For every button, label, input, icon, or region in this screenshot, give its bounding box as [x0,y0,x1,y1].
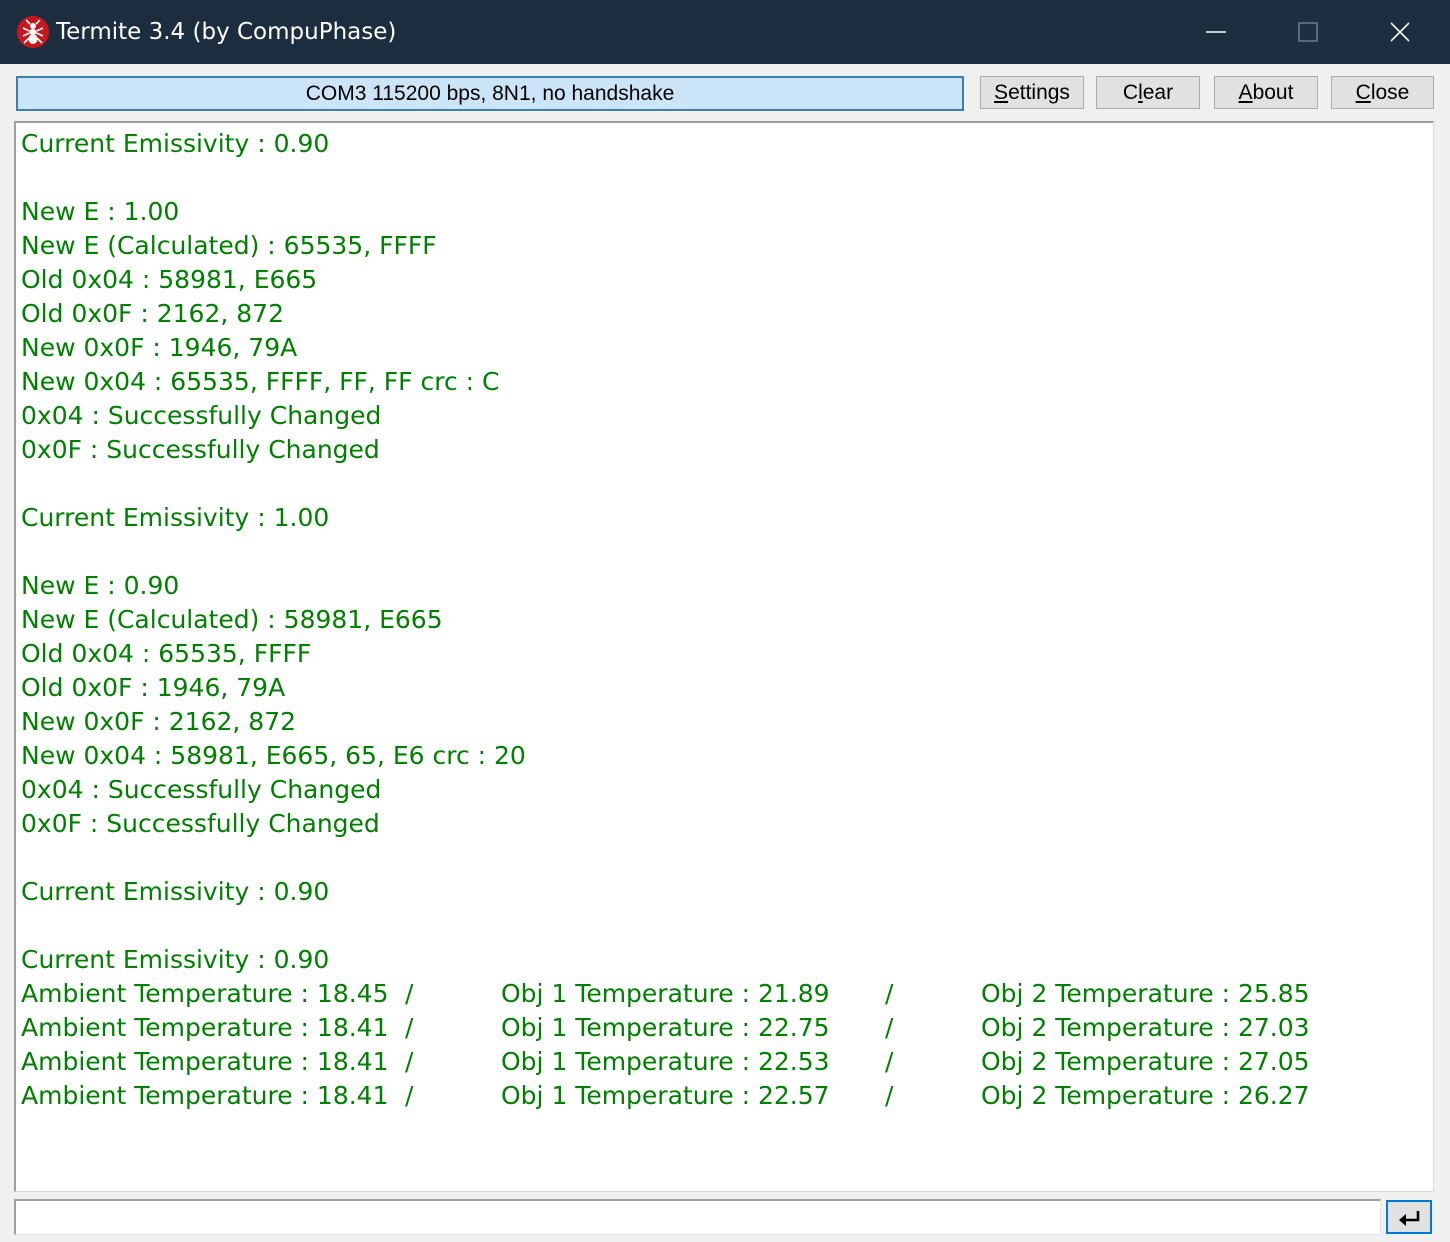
ant-icon[interactable] [17,16,49,48]
close-window-button[interactable] [1354,0,1446,64]
log-line: Current Emissivity : 0.90 [21,877,330,906]
ambient-temp: Ambient Temperature : 18.45 [21,979,389,1008]
log-line: 0x0F : Successfully Changed [21,435,380,464]
minimize-icon [1206,31,1226,33]
temperature-row: Ambient Temperature : 18.41 / Obj 1 Temp… [21,1079,1310,1113]
command-input[interactable] [14,1199,1381,1235]
about-button[interactable]: About [1214,76,1318,109]
obj1-temp: Obj 1 Temperature : 22.75 [501,1013,830,1042]
log-line: New E : 1.00 [21,197,180,226]
log-line: New 0x04 : 58981, E665, 65, E6 crc : 20 [21,741,526,770]
obj1-temp: Obj 1 Temperature : 22.57 [501,1081,830,1110]
log-line: Old 0x04 : 58981, E665 [21,265,318,294]
minimize-button[interactable] [1170,0,1262,64]
log-line: New E : 0.90 [21,571,180,600]
settings-button[interactable]: Settings [980,76,1084,109]
close-icon [1390,22,1410,42]
ambient-temp: Ambient Temperature : 18.41 [21,1081,389,1110]
log-line: New 0x04 : 65535, FFFF, FF, FF crc : C [21,367,500,396]
log-line: Current Emissivity : 1.00 [21,503,330,532]
separator: / [405,1081,414,1110]
temperature-row: Ambient Temperature : 18.41 / Obj 1 Temp… [21,1045,1310,1079]
obj1-temp: Obj 1 Temperature : 21.89 [501,979,830,1008]
maximize-button[interactable] [1262,0,1354,64]
obj2-temp: Obj 2 Temperature : 25.85 [981,979,1310,1008]
log-line: Old 0x0F : 2162, 872 [21,299,284,328]
close-button[interactable]: Close [1331,76,1434,109]
log-line: Current Emissivity : 0.90 [21,129,330,158]
obj2-temp: Obj 2 Temperature : 26.27 [981,1081,1310,1110]
log-lines: Current Emissivity : 0.90 New E : 1.00 N… [21,127,1310,1113]
ambient-temp: Ambient Temperature : 18.41 [21,1047,389,1076]
separator: / [885,1081,894,1110]
log-line: New 0x0F : 1946, 79A [21,333,298,362]
log-line: Current Emissivity : 0.90 [21,945,330,974]
separator: / [885,1013,894,1042]
ambient-temp: Ambient Temperature : 18.41 [21,1013,389,1042]
log-line: Old 0x04 : 65535, FFFF [21,639,312,668]
temperature-row: Ambient Temperature : 18.41 / Obj 1 Temp… [21,1011,1310,1045]
separator: / [405,1013,414,1042]
log-line: New E (Calculated) : 58981, E665 [21,605,443,634]
obj1-temp: Obj 1 Temperature : 22.53 [501,1047,830,1076]
separator: / [405,1047,414,1076]
obj2-temp: Obj 2 Temperature : 27.03 [981,1013,1310,1042]
log-line: New 0x0F : 2162, 872 [21,707,297,736]
enter-icon [1399,1211,1420,1226]
log-line: 0x0F : Successfully Changed [21,809,380,838]
separator: / [405,979,414,1008]
separator: / [885,979,894,1008]
window-title: Termite 3.4 (by CompuPhase) [56,19,397,45]
log-line: 0x04 : Successfully Changed [21,775,382,804]
title-bar: Termite 3.4 (by CompuPhase) [0,0,1450,64]
port-status: COM3 115200 bps, 8N1, no handshake [16,76,964,111]
send-button[interactable] [1386,1200,1432,1234]
maximize-icon [1298,22,1318,42]
obj2-temp: Obj 2 Temperature : 27.05 [981,1047,1310,1076]
clear-button[interactable]: Clear [1096,76,1200,109]
log-line: New E (Calculated) : 65535, FFFF [21,231,437,260]
serial-output[interactable]: Current Emissivity : 0.90 New E : 1.00 N… [14,121,1434,1192]
log-line: 0x04 : Successfully Changed [21,401,382,430]
temperature-row: Ambient Temperature : 18.45 / Obj 1 Temp… [21,977,1310,1011]
log-line: Old 0x0F : 1946, 79A [21,673,286,702]
separator: / [885,1047,894,1076]
